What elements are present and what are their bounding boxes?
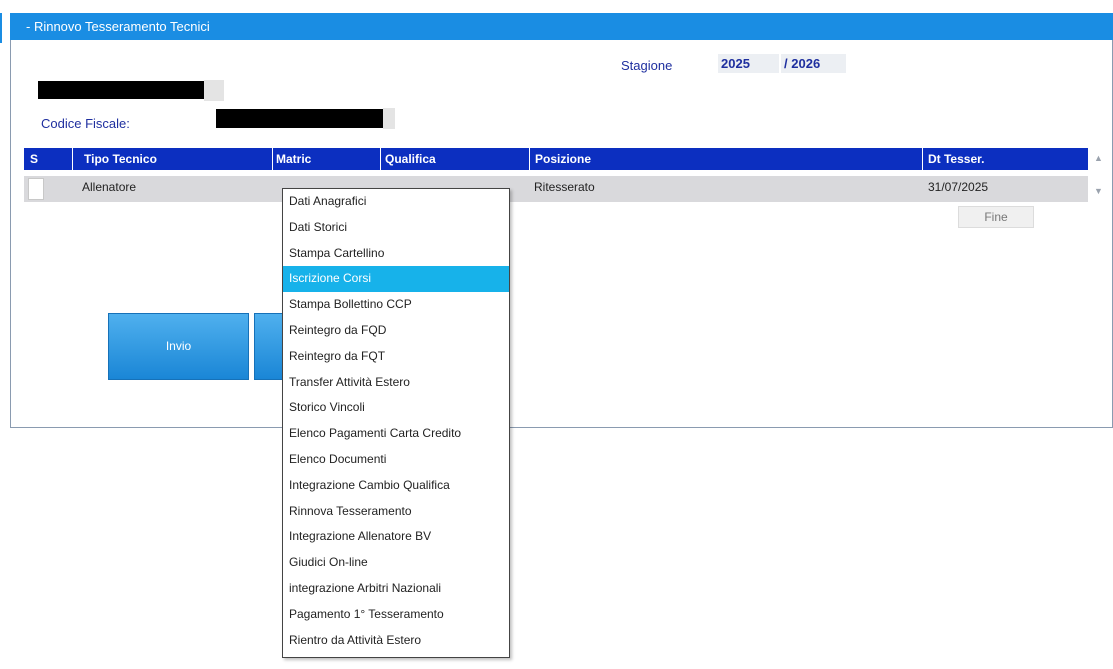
redacted-codice-fiscale [216, 109, 383, 128]
cell-tipo-tecnico: Allenatore [82, 180, 137, 194]
season-to-field[interactable]: / 2026 [781, 54, 846, 73]
col-dt-tesser[interactable]: Dt Tesser. [928, 148, 984, 170]
cell-dt-tesser: 31/07/2025 [928, 180, 989, 194]
row-select-checkbox[interactable] [28, 178, 44, 200]
col-matric[interactable]: Matric [276, 148, 311, 170]
fine-button[interactable]: Fine [958, 206, 1034, 228]
season-from-value: 2025 [721, 56, 750, 71]
season-separator: / [784, 56, 788, 71]
col-qualifica[interactable]: Qualifica [385, 148, 436, 170]
menu-item[interactable]: Elenco Pagamenti Carta Credito [283, 421, 509, 447]
menu-item[interactable]: Dati Storici [283, 215, 509, 241]
window-titlebar: - Rinnovo Tesseramento Tecnici [10, 13, 1113, 40]
menu-item[interactable]: Transfer Attività Estero [283, 370, 509, 396]
menu-item[interactable]: Iscrizione Corsi [283, 266, 509, 293]
menu-item[interactable]: Integrazione Cambio Qualifica [283, 473, 509, 499]
name-field-tail [204, 80, 224, 101]
grid-header: S Tipo Tecnico Matric Qualifica Posizion… [24, 148, 1088, 170]
menu-item[interactable]: Rientro da Attività Estero [283, 628, 509, 654]
scroll-up-arrow-icon[interactable]: ▲ [1091, 149, 1106, 167]
menu-item[interactable]: Dati Anagrafici [283, 189, 509, 215]
codice-fiscale-field-tail [383, 108, 395, 129]
menu-item[interactable]: Integrazione Allenatore BV [283, 524, 509, 550]
col-tipo-tecnico[interactable]: Tipo Tecnico [84, 148, 157, 170]
invio-button[interactable]: Invio [108, 313, 249, 380]
menu-item[interactable]: Rinnova Tesseramento [283, 499, 509, 525]
menu-item[interactable]: Elenco Documenti [283, 447, 509, 473]
menu-item[interactable]: Stampa Bollettino CCP [283, 292, 509, 318]
col-posizione[interactable]: Posizione [535, 148, 591, 170]
context-menu: Dati Anagrafici Dati Storici Stampa Cartel… [282, 188, 510, 658]
season-to-value: 2026 [791, 56, 821, 71]
season-label: Stagione [621, 58, 673, 73]
menu-item[interactable]: Giudici On-line [283, 550, 509, 576]
season-from-field[interactable]: 2025 [718, 54, 779, 73]
menu-item[interactable]: Pagamento 1° Tesseramento [283, 602, 509, 628]
scroll-down-arrow-icon[interactable]: ▼ [1091, 182, 1106, 200]
redacted-name [38, 81, 204, 99]
menu-item[interactable]: Stampa Cartellino [283, 241, 509, 267]
menu-item[interactable]: Storico Vincoli [283, 395, 509, 421]
col-s[interactable]: S [30, 148, 38, 170]
window-left-edge [0, 13, 2, 43]
codice-fiscale-label: Codice Fiscale: [41, 116, 130, 131]
cell-posizione: Ritesserato [534, 180, 595, 194]
menu-item[interactable]: integrazione Arbitri Nazionali [283, 576, 509, 602]
menu-item[interactable]: Reintegro da FQD [283, 318, 509, 344]
table-row[interactable]: Allenatore Ritesserato 31/07/2025 [24, 176, 1088, 202]
menu-item[interactable]: Reintegro da FQT [283, 344, 509, 370]
window-title: - Rinnovo Tesseramento Tecnici [26, 19, 210, 34]
